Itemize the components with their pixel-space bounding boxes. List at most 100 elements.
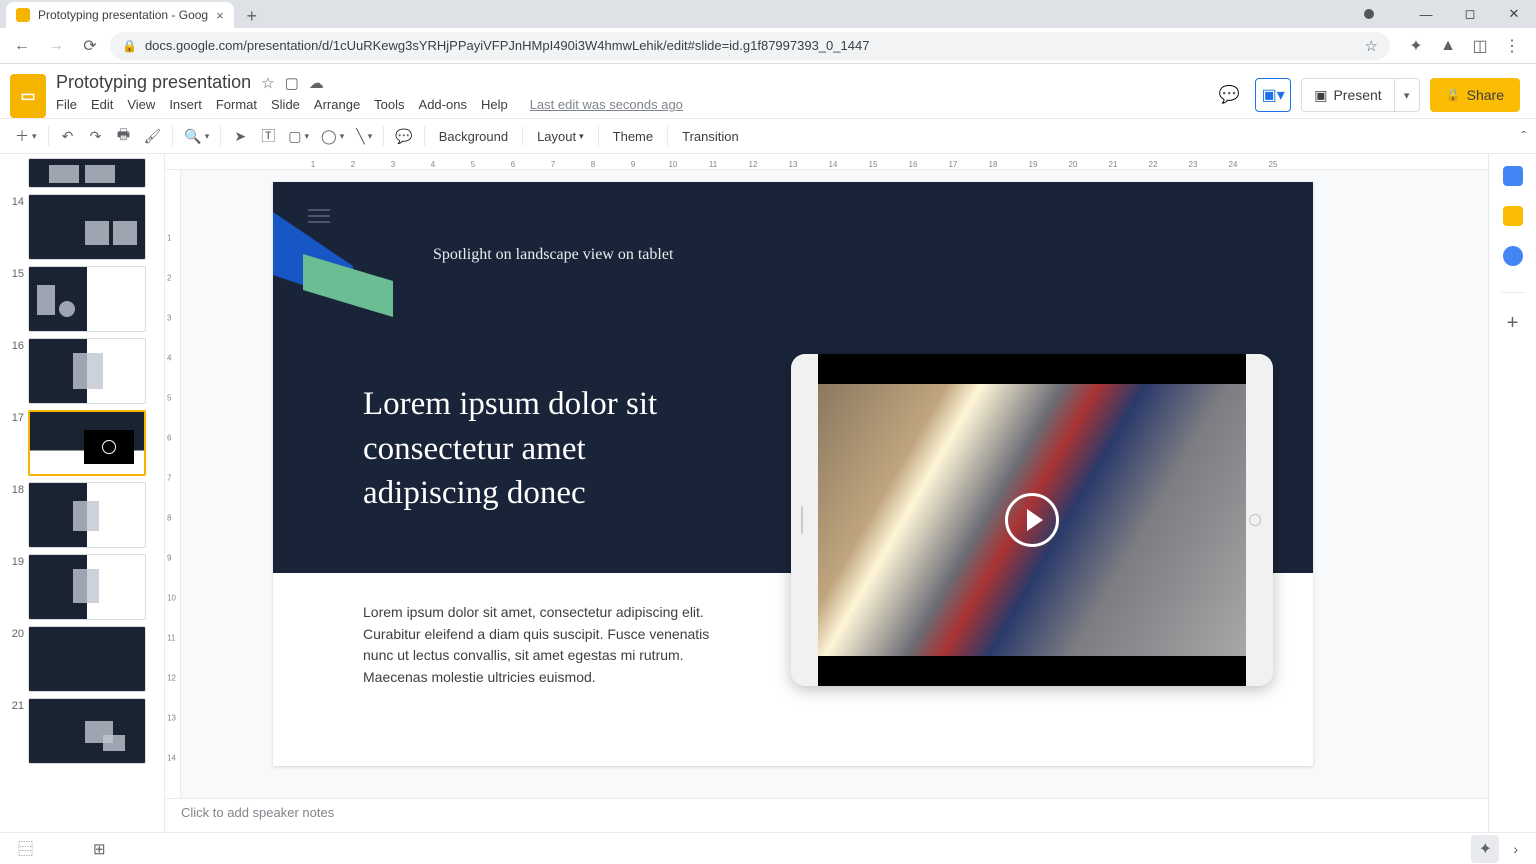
menu-help[interactable]: Help (481, 97, 508, 112)
account-icon[interactable]: ◫ (1470, 36, 1490, 56)
toolbar: ＋▾ ↶ ↷ 🖶 🖌 🔍▾ ➤ 🅃 ▢▾ ◯▾ ╲▾ 💬 Background … (0, 118, 1536, 154)
tasks-icon[interactable] (1503, 246, 1523, 266)
collapse-toolbar-icon[interactable]: ˆ (1521, 128, 1526, 144)
profile-avatar[interactable] (1364, 9, 1374, 19)
app-header: ▭ Prototyping presentation ☆ ▢ ☁ File Ed… (0, 64, 1536, 118)
menu-file[interactable]: File (56, 97, 77, 112)
address-bar: ← → ⟳ 🔒 docs.google.com/presentation/d/1… (0, 28, 1536, 64)
vertical-ruler: 1234567891011121314 (165, 170, 181, 832)
menu-edit[interactable]: Edit (91, 97, 113, 112)
nav-forward-icon[interactable]: → (42, 32, 70, 60)
window-close[interactable]: ✕ (1492, 0, 1536, 28)
present-icon: ▣ (1314, 87, 1327, 104)
extension-item-icon[interactable]: ▲ (1438, 36, 1458, 56)
horizontal-ruler: 1234567891011121314151617181920212223242… (165, 154, 1488, 170)
grid-view-icon[interactable]: ⊞ (93, 840, 106, 858)
window-minimize[interactable]: — (1404, 0, 1448, 28)
slide-body-text[interactable]: Lorem ipsum dolor sit amet, consectetur … (363, 602, 733, 689)
explore-button[interactable]: ✦ (1471, 835, 1499, 863)
speaker-notes[interactable]: Click to add speaker notes (165, 798, 1488, 832)
lock-icon: 🔒 (1446, 88, 1461, 102)
bookmark-star-icon[interactable]: ☆ (1365, 37, 1378, 55)
menu-addons[interactable]: Add-ons (419, 97, 467, 112)
present-button-group: ▣ Present ▾ (1301, 78, 1419, 112)
filmstrip-view-icon[interactable]: ⿳ (18, 838, 33, 859)
thumb-14[interactable] (28, 194, 146, 260)
window-controls: — ◻ ✕ (1364, 0, 1536, 28)
chrome-menu-icon[interactable]: ⋮ (1502, 36, 1522, 56)
menu-tools[interactable]: Tools (374, 97, 404, 112)
thumb-16[interactable] (28, 338, 146, 404)
hamburger-icon (308, 209, 330, 223)
mini-video-thumb (84, 430, 134, 464)
menu-bar: File Edit View Insert Format Slide Arran… (56, 97, 1203, 112)
browser-tab[interactable]: Prototyping presentation - Goog × (6, 2, 234, 28)
comments-icon[interactable]: 💬 (1213, 79, 1245, 111)
present-dropdown[interactable]: ▾ (1395, 89, 1419, 102)
zoom-button[interactable]: 🔍▾ (179, 123, 214, 149)
undo-button[interactable]: ↶ (55, 123, 81, 149)
slide-heading[interactable]: Lorem ipsum dolor sit consectetur amet a… (363, 382, 657, 516)
slide-subtitle[interactable]: Spotlight on landscape view on tablet (433, 246, 673, 264)
comment-tool[interactable]: 💬 (390, 123, 417, 149)
omnibox[interactable]: 🔒 docs.google.com/presentation/d/1cUuRKe… (110, 32, 1390, 60)
thumb-17[interactable] (28, 410, 146, 476)
thumb-13-partial[interactable] (28, 158, 146, 188)
browser-tab-strip: Prototyping presentation - Goog × + — ◻ … (0, 0, 1536, 28)
thumb-20[interactable] (28, 626, 146, 692)
present-button[interactable]: ▣ Present (1302, 79, 1394, 111)
tablet-frame[interactable] (791, 354, 1273, 686)
menu-insert[interactable]: Insert (169, 97, 202, 112)
canvas-area: 1234567891011121314151617181920212223242… (165, 154, 1488, 832)
filmstrip[interactable]: 14 15 16 17 18 19 20 21 (0, 154, 165, 832)
lock-icon: 🔒 (122, 39, 137, 53)
thumb-21[interactable] (28, 698, 146, 764)
star-icon[interactable]: ☆ (261, 74, 274, 92)
play-button-icon[interactable] (1005, 493, 1059, 547)
footer-bar: ⿳ ⊞ ✦ › (0, 832, 1536, 864)
slide-canvas[interactable]: Spotlight on landscape view on tablet Lo… (273, 182, 1313, 766)
new-tab-button[interactable]: + (240, 4, 264, 28)
shape-tool[interactable]: ◯▾ (316, 123, 349, 149)
edit-status[interactable]: Last edit was seconds ago (530, 97, 683, 112)
theme-button[interactable]: Theme (605, 123, 661, 149)
menu-view[interactable]: View (127, 97, 155, 112)
present-with-meet-icon[interactable]: ▣▾ (1255, 78, 1291, 112)
keep-icon[interactable] (1503, 206, 1523, 226)
menu-arrange[interactable]: Arrange (314, 97, 360, 112)
calendar-icon[interactable] (1503, 166, 1523, 186)
new-slide-button[interactable]: ＋▾ (10, 123, 42, 149)
menu-slide[interactable]: Slide (271, 97, 300, 112)
print-button[interactable]: 🖶 (111, 123, 137, 149)
add-addon-icon[interactable]: + (1503, 313, 1523, 333)
cloud-status-icon[interactable]: ☁ (309, 74, 324, 92)
nav-reload-icon[interactable]: ⟳ (76, 32, 104, 60)
move-icon[interactable]: ▢ (285, 74, 299, 92)
select-tool[interactable]: ➤ (227, 123, 253, 149)
slides-favicon (16, 8, 30, 22)
paint-format-button[interactable]: 🖌 (139, 123, 167, 149)
slides-logo[interactable]: ▭ (10, 74, 46, 118)
workspace: 14 15 16 17 18 19 20 21 1234567891011121… (0, 154, 1536, 832)
tab-title: Prototyping presentation - Goog (38, 8, 208, 22)
share-button[interactable]: 🔒 Share (1430, 78, 1520, 112)
side-panel: + (1488, 154, 1536, 832)
window-maximize[interactable]: ◻ (1448, 0, 1492, 28)
doc-title[interactable]: Prototyping presentation (56, 72, 251, 93)
layout-button[interactable]: Layout▾ (529, 123, 592, 149)
tab-close-icon[interactable]: × (216, 8, 224, 23)
thumb-15[interactable] (28, 266, 146, 332)
slides-app: ▭ Prototyping presentation ☆ ▢ ☁ File Ed… (0, 64, 1536, 864)
extensions-icon[interactable]: ✦ (1406, 36, 1426, 56)
sidebar-collapse-icon[interactable]: › (1513, 841, 1518, 857)
nav-back-icon[interactable]: ← (8, 32, 36, 60)
thumb-19[interactable] (28, 554, 146, 620)
menu-format[interactable]: Format (216, 97, 257, 112)
line-tool[interactable]: ╲▾ (351, 123, 377, 149)
redo-button[interactable]: ↷ (83, 123, 109, 149)
background-button[interactable]: Background (431, 123, 516, 149)
textbox-tool[interactable]: 🅃 (255, 123, 281, 149)
thumb-18[interactable] (28, 482, 146, 548)
image-tool[interactable]: ▢▾ (283, 123, 314, 149)
transition-button[interactable]: Transition (674, 123, 747, 149)
